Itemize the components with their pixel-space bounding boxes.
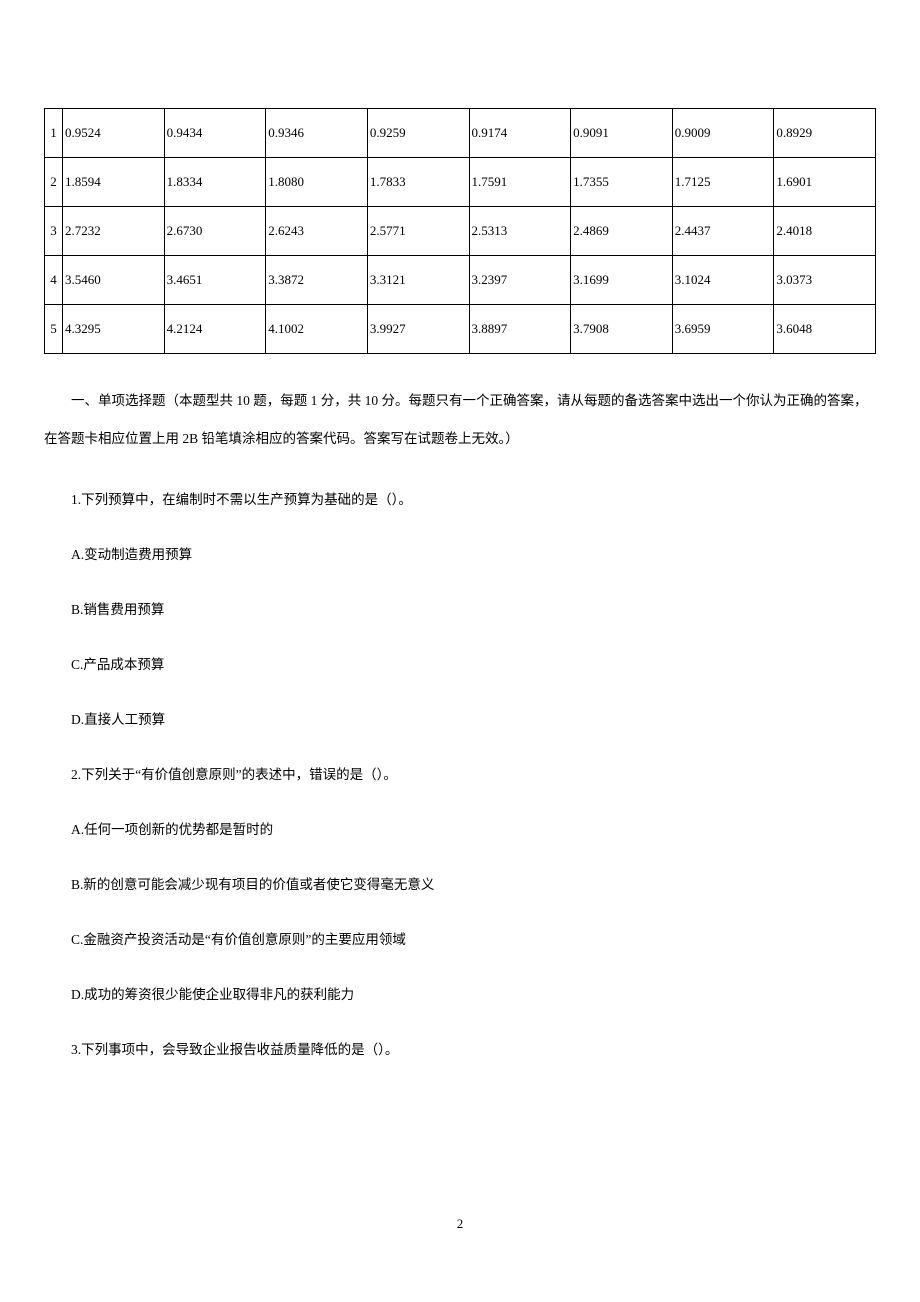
table-cell: 0.9009 <box>672 109 774 158</box>
row-index: 3 <box>45 207 63 256</box>
question-stem: 1.下列预算中，在编制时不需以生产预算为基础的是（）。 <box>44 486 876 513</box>
row-index: 2 <box>45 158 63 207</box>
question-stem: 2.下列关于“有价值创意原则”的表述中，错误的是（）。 <box>44 761 876 788</box>
table-cell: 3.3872 <box>266 256 368 305</box>
question-option: C.金融资产投资活动是“有价值创意原则”的主要应用领域 <box>44 926 876 953</box>
table-cell: 2.5313 <box>469 207 571 256</box>
table-cell: 3.8897 <box>469 305 571 354</box>
question-option: D.成功的筹资很少能使企业取得非凡的获利能力 <box>44 981 876 1008</box>
table-cell: 3.9927 <box>367 305 469 354</box>
table-cell: 1.6901 <box>774 158 876 207</box>
page-number: 2 <box>0 1216 920 1232</box>
table-cell: 3.4651 <box>164 256 266 305</box>
table-cell: 1.7833 <box>367 158 469 207</box>
table-cell: 3.1699 <box>571 256 673 305</box>
table-row: 54.32954.21244.10023.99273.88973.79083.6… <box>45 305 876 354</box>
question-option: B.销售费用预算 <box>44 596 876 623</box>
table-row: 21.85941.83341.80801.78331.75911.73551.7… <box>45 158 876 207</box>
table-cell: 1.8080 <box>266 158 368 207</box>
table-cell: 4.3295 <box>63 305 165 354</box>
table-cell: 3.1024 <box>672 256 774 305</box>
table-cell: 1.7591 <box>469 158 571 207</box>
table-cell: 3.3121 <box>367 256 469 305</box>
question-option: C.产品成本预算 <box>44 651 876 678</box>
row-index: 4 <box>45 256 63 305</box>
question-stem: 3.下列事项中，会导致企业报告收益质量降低的是（）。 <box>44 1036 876 1063</box>
table-cell: 3.6959 <box>672 305 774 354</box>
question-option: A.任何一项创新的优势都是暂时的 <box>44 816 876 843</box>
table-cell: 2.7232 <box>63 207 165 256</box>
table-cell: 0.9174 <box>469 109 571 158</box>
question-option: D.直接人工预算 <box>44 706 876 733</box>
table-row: 10.95240.94340.93460.92590.91740.90910.9… <box>45 109 876 158</box>
table-cell: 1.8594 <box>63 158 165 207</box>
table-cell: 2.6730 <box>164 207 266 256</box>
table-row: 43.54603.46513.38723.31213.23973.16993.1… <box>45 256 876 305</box>
table-cell: 2.4869 <box>571 207 673 256</box>
table-cell: 3.5460 <box>63 256 165 305</box>
table-cell: 2.6243 <box>266 207 368 256</box>
row-index: 5 <box>45 305 63 354</box>
table-cell: 0.9524 <box>63 109 165 158</box>
table-cell: 3.0373 <box>774 256 876 305</box>
section-intro: 一、单项选择题（本题型共 10 题，每题 1 分，共 10 分。每题只有一个正确… <box>44 382 876 458</box>
table-cell: 4.2124 <box>164 305 266 354</box>
table-cell: 0.8929 <box>774 109 876 158</box>
table-cell: 0.9346 <box>266 109 368 158</box>
table-cell: 2.4018 <box>774 207 876 256</box>
table-cell: 0.9434 <box>164 109 266 158</box>
table-cell: 1.8334 <box>164 158 266 207</box>
table-cell: 3.2397 <box>469 256 571 305</box>
table-cell: 0.9259 <box>367 109 469 158</box>
row-index: 1 <box>45 109 63 158</box>
table-cell: 1.7125 <box>672 158 774 207</box>
table-cell: 4.1002 <box>266 305 368 354</box>
data-table: 10.95240.94340.93460.92590.91740.90910.9… <box>44 108 876 354</box>
question-option: B.新的创意可能会减少现有项目的价值或者使它变得毫无意义 <box>44 871 876 898</box>
table-cell: 2.4437 <box>672 207 774 256</box>
question-option: A.变动制造费用预算 <box>44 541 876 568</box>
table-row: 32.72322.67302.62432.57712.53132.48692.4… <box>45 207 876 256</box>
table-cell: 2.5771 <box>367 207 469 256</box>
table-cell: 0.9091 <box>571 109 673 158</box>
table-cell: 1.7355 <box>571 158 673 207</box>
table-cell: 3.7908 <box>571 305 673 354</box>
table-cell: 3.6048 <box>774 305 876 354</box>
